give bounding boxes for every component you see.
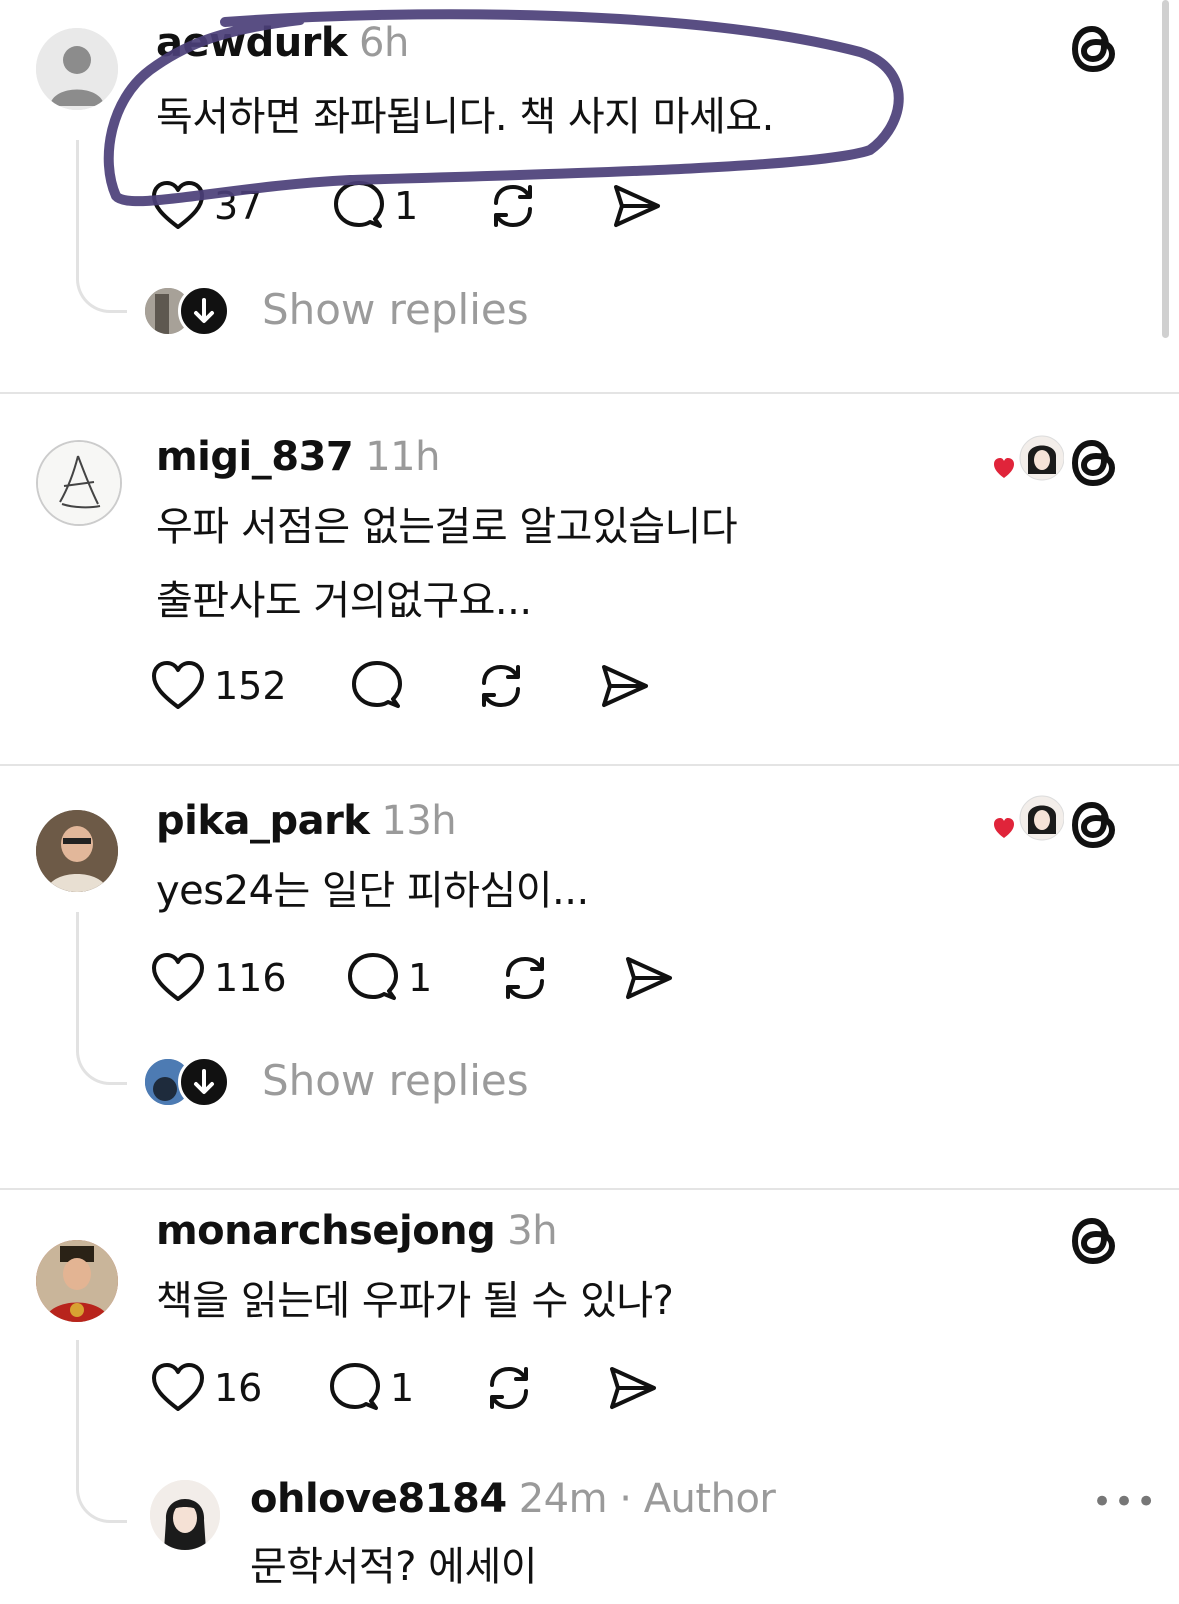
comment-count: 1: [390, 1366, 415, 1410]
send-icon: [610, 1367, 656, 1409]
send-icon: [614, 185, 660, 227]
heart-icon: [152, 181, 204, 229]
photo-avatar-icon: [36, 810, 118, 892]
threads-logo-icon[interactable]: [1062, 430, 1126, 494]
post-text: yes24는 일단 피하심이...: [156, 868, 589, 914]
comment-icon: [330, 1363, 380, 1410]
threads-logo-icon[interactable]: [1062, 1208, 1126, 1272]
username[interactable]: aewdurk 6h: [156, 20, 409, 66]
repost-icon: [506, 956, 544, 1000]
avatar[interactable]: [36, 28, 118, 110]
comment-icon: [334, 181, 384, 228]
sketch-avatar-icon: [38, 442, 120, 524]
reply-text: 문학서적? 에세이: [250, 1544, 538, 1590]
threads-logo-icon[interactable]: [1062, 792, 1126, 856]
author-liked-icon: [994, 795, 1065, 841]
more-options-button[interactable]: •••: [1092, 1482, 1158, 1522]
show-replies-link[interactable]: Show replies: [262, 1056, 529, 1105]
post-text: 독서하면 좌파됩니다. 책 사지 마세요.: [156, 94, 774, 140]
post-time: 6h: [359, 20, 409, 66]
comment-button[interactable]: 1: [328, 1358, 414, 1418]
reply-avatar[interactable]: [150, 1480, 220, 1550]
post-time: 3h: [507, 1208, 558, 1254]
like-count: 16: [214, 1366, 263, 1410]
repost-icon: [490, 1366, 528, 1410]
author-liked-badge: [992, 794, 1065, 846]
avatar[interactable]: [36, 810, 118, 892]
avatar[interactable]: [36, 1240, 118, 1322]
post-migi-837: migi_837 11h 우파 서점은 없는걸로 알고있습니다 출판사도 거의없구…: [0, 394, 1179, 750]
threads-logo-icon[interactable]: [1062, 16, 1126, 80]
show-replies-arrow[interactable]: [178, 1056, 230, 1108]
thread-line: [76, 140, 127, 313]
repost-icon: [494, 184, 532, 228]
heart-icon: [152, 1363, 204, 1411]
repost-button[interactable]: [486, 176, 540, 236]
king-avatar-icon: [36, 1240, 118, 1322]
like-button[interactable]: 37: [150, 176, 262, 236]
post-text: 책을 읽는데 우파가 될 수 있나?: [156, 1278, 674, 1324]
arrow-down-icon: [194, 298, 214, 323]
post-aewdurk: aewdurk 6h 독서하면 좌파됩니다. 책 사지 마세요. 37 1 Sh…: [0, 0, 1179, 392]
action-bar: 152: [150, 656, 750, 716]
like-count: 37: [214, 184, 263, 228]
username[interactable]: migi_837 11h: [156, 434, 440, 480]
like-button[interactable]: 16: [150, 1358, 262, 1418]
show-replies-arrow[interactable]: [178, 285, 230, 337]
repost-button[interactable]: [498, 948, 552, 1008]
comment-count: 1: [394, 184, 419, 228]
like-count: 152: [214, 664, 287, 708]
post-text: 우파 서점은 없는걸로 알고있습니다 출판사도 거의없구요...: [156, 504, 738, 624]
post-monarchsejong: monarchsejong3h 책을 읽는데 우파가 될 수 있나? 16 1: [0, 1190, 1179, 1601]
comment-button[interactable]: 1: [346, 948, 432, 1008]
send-icon: [602, 665, 648, 707]
reply-username[interactable]: ohlove8184 24m · Author: [250, 1476, 776, 1522]
repost-button[interactable]: [474, 656, 528, 716]
like-count: 116: [214, 956, 287, 1000]
repost-icon: [482, 664, 520, 708]
comment-count: 1: [408, 956, 433, 1000]
heart-icon: [152, 661, 204, 709]
heart-icon: [152, 953, 204, 1001]
comment-button[interactable]: 1: [332, 176, 418, 236]
send-icon: [626, 957, 672, 999]
comment-button[interactable]: [350, 656, 404, 716]
like-button[interactable]: 152: [150, 656, 287, 716]
like-button[interactable]: 116: [150, 948, 287, 1008]
author-liked-icon: [994, 435, 1065, 481]
arrow-down-icon: [194, 1069, 214, 1094]
avatar[interactable]: [36, 440, 122, 526]
repost-button[interactable]: [482, 1358, 536, 1418]
share-button[interactable]: [622, 948, 676, 1008]
username[interactable]: pika_park 13h: [156, 798, 457, 844]
share-button[interactable]: [598, 656, 652, 716]
action-bar: 37 1: [150, 176, 750, 236]
thread-line: [76, 912, 127, 1085]
comment-icon: [352, 661, 402, 708]
share-button[interactable]: [610, 176, 664, 236]
author-liked-badge: [992, 434, 1065, 486]
reply-meta: 24m · Author: [518, 1476, 776, 1522]
comment-icon: [348, 953, 398, 1000]
show-replies-link[interactable]: Show replies: [262, 285, 529, 334]
default-person-icon: [36, 28, 118, 110]
username[interactable]: monarchsejong 3h: [156, 1208, 558, 1254]
share-button[interactable]: [606, 1358, 660, 1418]
action-bar: 116 1: [150, 948, 750, 1008]
author-avatar-icon: [150, 1480, 220, 1550]
post-time: 13h: [381, 798, 457, 844]
post-pika-park: pika_park 13h yes24는 일단 피하심이... 116 1 Sh…: [0, 766, 1179, 1166]
post-time: 11h: [365, 434, 440, 480]
action-bar: 16 1: [150, 1358, 750, 1418]
thread-line: [76, 1340, 127, 1523]
